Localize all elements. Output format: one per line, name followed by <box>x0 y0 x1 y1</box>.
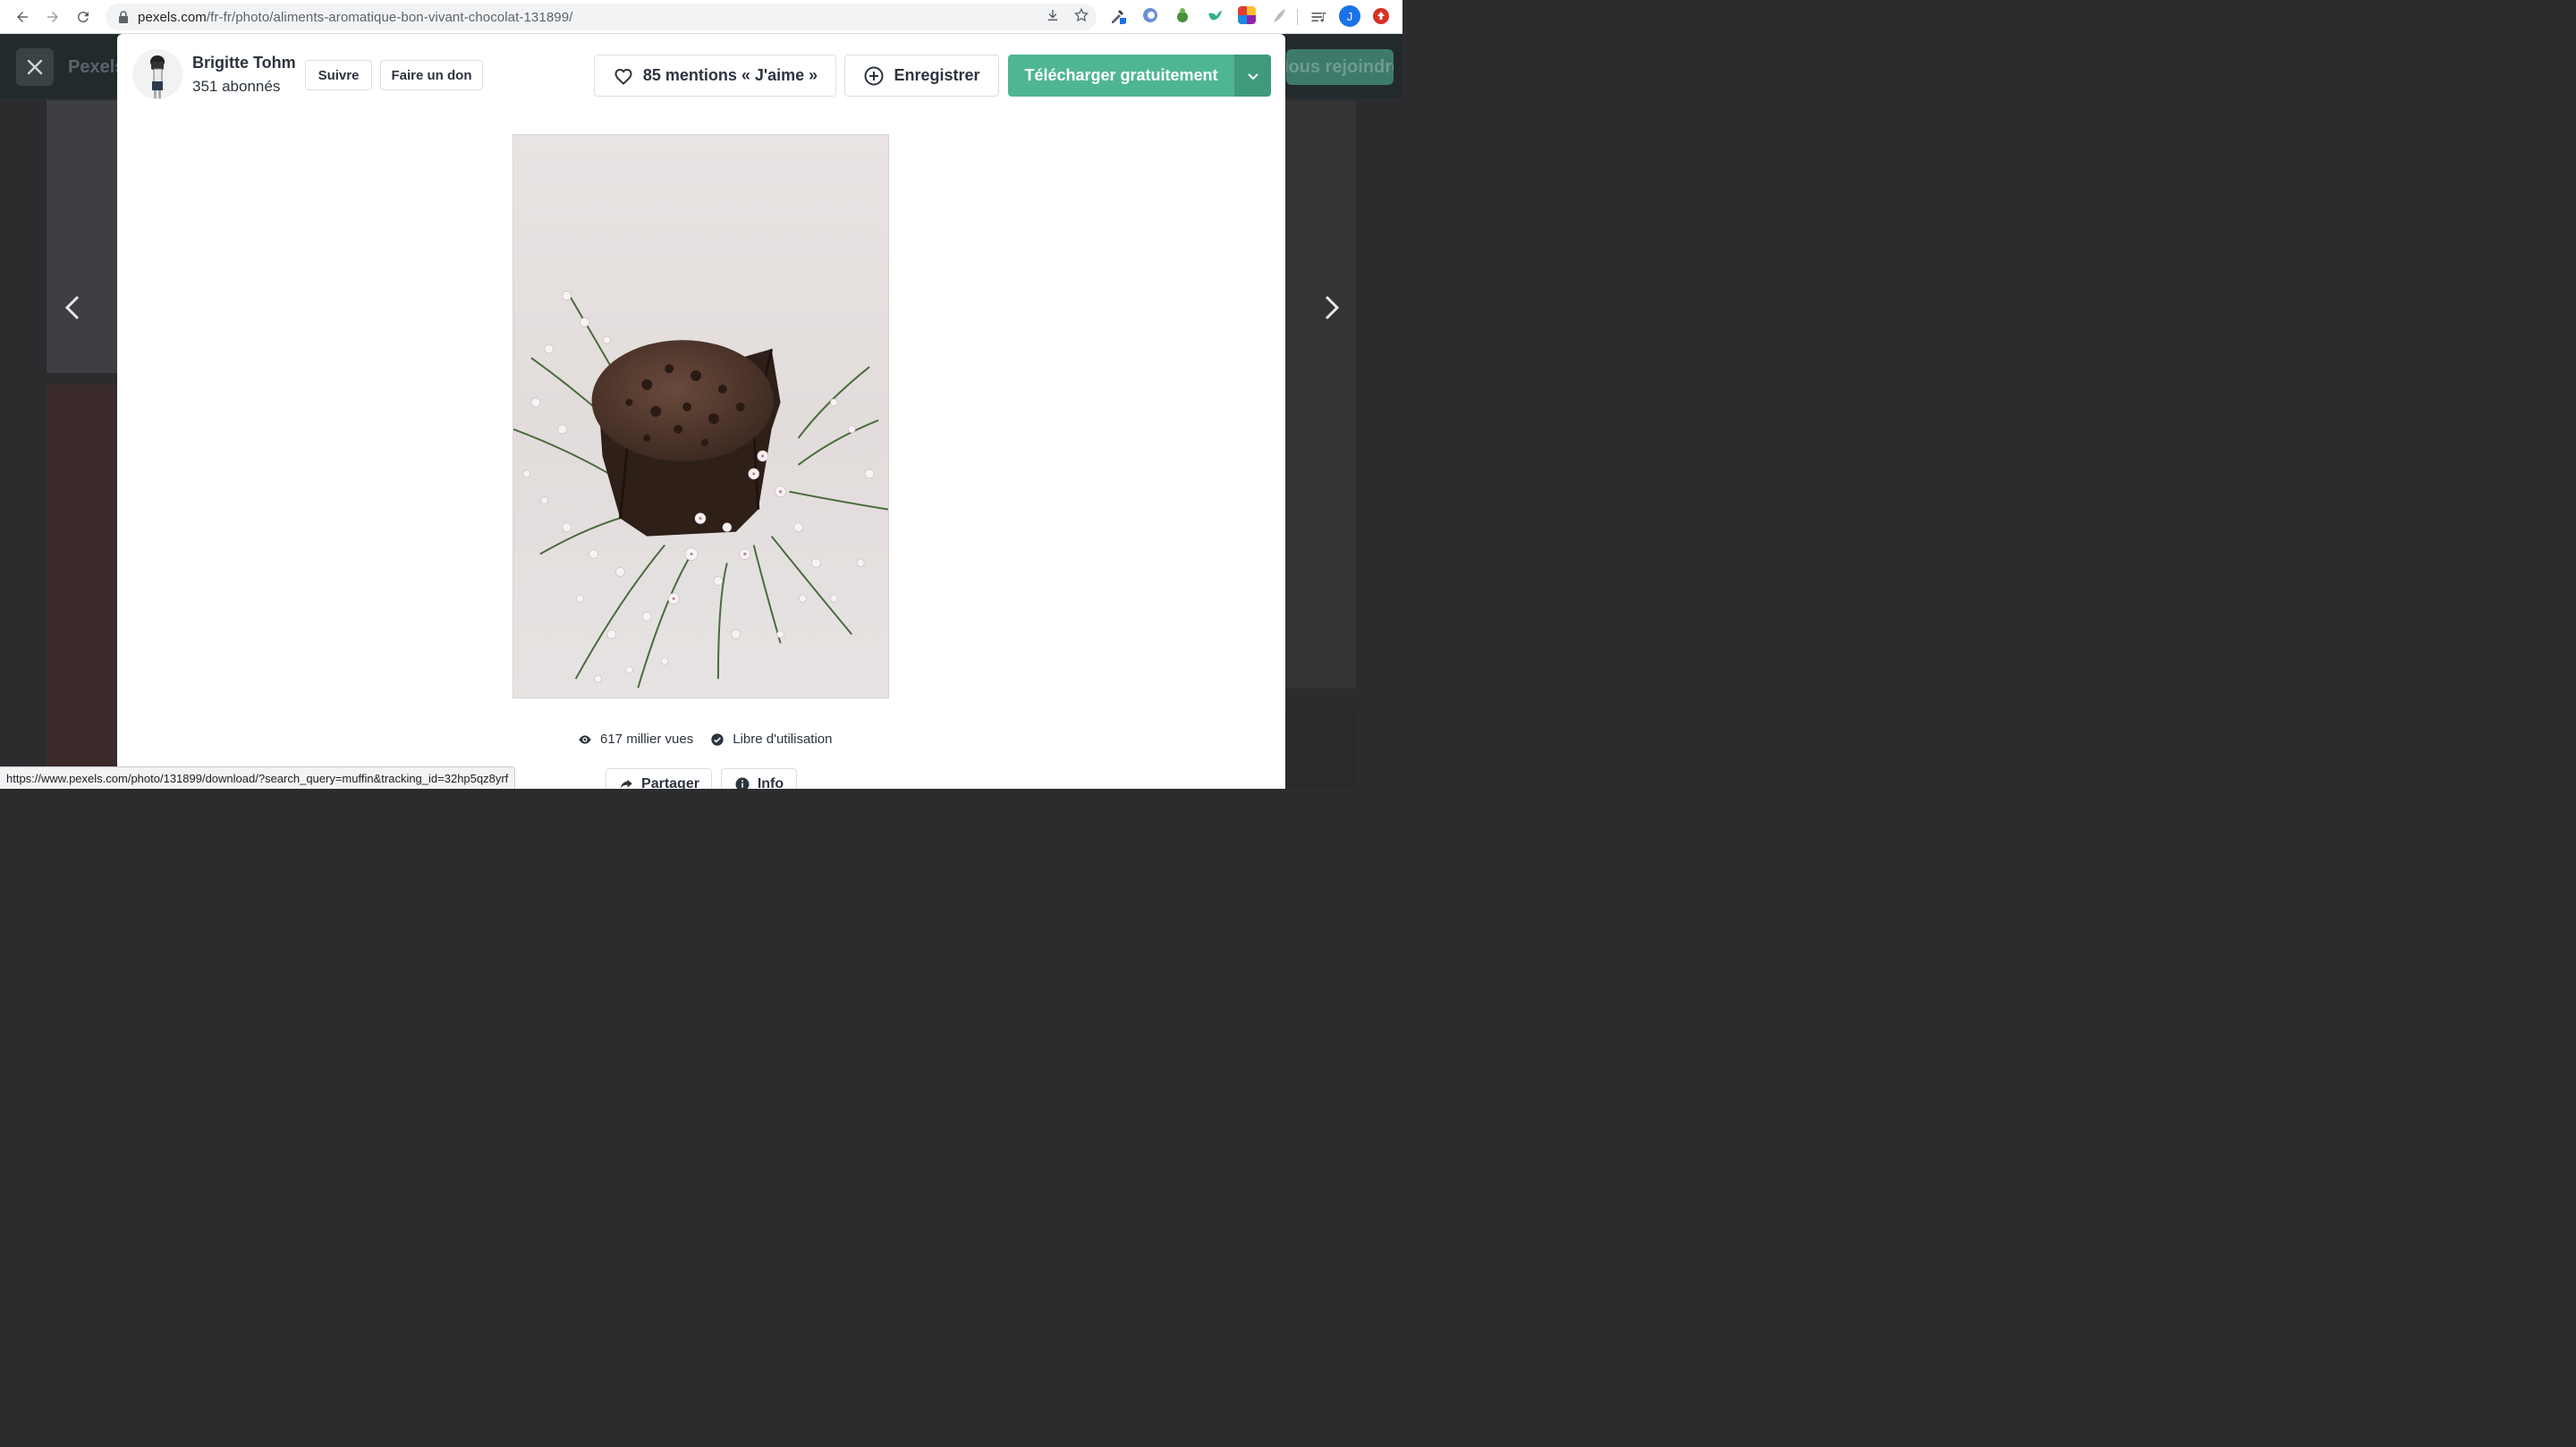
author-followers: 351 abonnés <box>192 78 281 95</box>
lock-icon <box>119 11 128 23</box>
heart-icon <box>614 68 632 85</box>
url-text: pexels.com/fr-fr/photo/aliments-aromatiq… <box>138 10 572 25</box>
profile-avatar[interactable]: J <box>1339 5 1360 27</box>
download-icon[interactable] <box>1045 7 1061 23</box>
like-button[interactable]: 85 mentions « J'aime » <box>594 55 836 97</box>
chevron-down-icon <box>1247 72 1258 80</box>
background-logo: Pexels <box>68 57 125 77</box>
donate-button[interactable]: Faire un don <box>380 60 483 90</box>
address-bar[interactable]: pexels.com/fr-fr/photo/aliments-aromatiq… <box>106 4 1097 30</box>
reload-button[interactable] <box>72 5 95 29</box>
close-icon <box>27 59 43 75</box>
next-photo-chevron-icon[interactable] <box>1317 293 1345 322</box>
close-modal-button[interactable] <box>16 48 54 86</box>
url-host: pexels.com <box>138 9 207 25</box>
eye-icon <box>579 734 591 744</box>
download-options-button[interactable] <box>1234 55 1271 97</box>
check-circle-icon <box>711 732 724 746</box>
reading-list-icon[interactable] <box>1309 8 1327 26</box>
extensions-area <box>1109 6 1288 24</box>
background-tile-left-top <box>47 100 117 373</box>
background-tile-left-bottom <box>47 385 117 789</box>
info-button[interactable]: Info <box>721 768 797 789</box>
forward-icon <box>47 11 58 22</box>
author-avatar[interactable] <box>132 49 182 99</box>
color-grid-extension-icon[interactable] <box>1238 6 1256 24</box>
save-label: Enregistrer <box>894 66 980 84</box>
browser-toolbar: pexels.com/fr-fr/photo/aliments-aromatiq… <box>0 0 1402 34</box>
back-button[interactable] <box>11 5 34 29</box>
add-circle-icon <box>864 66 884 85</box>
like-label: 85 mentions « J'aime » <box>642 66 818 84</box>
info-label: Info <box>757 776 784 789</box>
info-icon <box>735 777 750 789</box>
frog-extension-icon[interactable] <box>1174 6 1191 24</box>
photo-modal: Brigitte Tohm 351 abonnés Suivre Faire u… <box>117 34 1285 789</box>
license-stat[interactable]: Libre d'utilisation <box>710 732 832 747</box>
license-label: Libre d'utilisation <box>733 732 833 747</box>
photo-stats: 617 millier vues Libre d'utilisation <box>578 732 832 747</box>
feather-extension-icon[interactable] <box>1270 6 1288 24</box>
background-join-button: Nous rejoindre <box>1286 49 1394 85</box>
download-free-button[interactable]: Télécharger gratuitement <box>1008 55 1234 97</box>
follow-button[interactable]: Suivre <box>305 60 372 90</box>
author-name[interactable]: Brigitte Tohm <box>192 54 296 72</box>
background-tile-right-bottom <box>1285 711 1356 789</box>
bird-extension-icon[interactable] <box>1206 6 1224 24</box>
back-icon <box>17 11 28 22</box>
eyedropper-extension-icon[interactable] <box>1109 6 1127 24</box>
share-label: Partager <box>641 776 699 789</box>
bookmark-star-icon[interactable] <box>1073 7 1089 23</box>
reload-icon <box>77 11 89 22</box>
views-stat: 617 millier vues <box>578 732 693 747</box>
share-button[interactable]: Partager <box>606 768 712 789</box>
previous-photo-chevron-icon[interactable] <box>59 293 88 322</box>
author-portrait-icon <box>132 49 182 99</box>
circle-extension-icon[interactable] <box>1141 6 1159 24</box>
update-icon[interactable] <box>1373 8 1389 24</box>
toolbar-divider <box>1297 9 1298 25</box>
muffin-photo-image <box>513 135 888 698</box>
share-icon <box>621 779 632 789</box>
join-label: Nous rejoindre <box>1286 57 1394 77</box>
background-tile-right-top <box>1285 100 1356 689</box>
status-bar-url: https://www.pexels.com/photo/131899/down… <box>0 766 516 789</box>
main-photo[interactable] <box>513 134 889 698</box>
url-path: /fr-fr/photo/aliments-aromatique-bon-viv… <box>206 9 573 25</box>
forward-button[interactable] <box>41 5 64 29</box>
views-count: 617 millier vues <box>600 732 694 747</box>
save-button[interactable]: Enregistrer <box>844 55 999 97</box>
